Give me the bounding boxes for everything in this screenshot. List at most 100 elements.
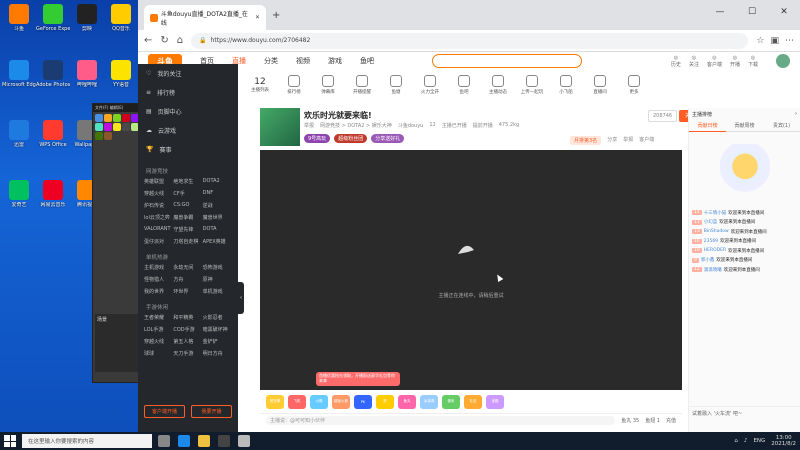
sidebar-item-0[interactable]: ♡ 我的关注	[138, 64, 238, 83]
bottom-input[interactable]: 主播说：@可可知小伙伴	[266, 415, 616, 425]
obs-source-icon[interactable]	[95, 123, 103, 131]
taskbar-explorer-icon[interactable]	[198, 435, 210, 447]
start-broadcast-button[interactable]: 我要开播	[191, 405, 232, 418]
gift-item[interactable]: 赞	[376, 394, 394, 409]
nav-video[interactable]: 视频	[296, 56, 310, 66]
close-window-button[interactable]: ✕	[768, 0, 800, 24]
favorites-icon[interactable]: ☆	[756, 36, 764, 46]
game-category-link[interactable]: APEX英雄	[203, 238, 232, 245]
client-broadcast-button[interactable]: 客户端开播	[144, 405, 185, 418]
obs-source-icon[interactable]	[104, 114, 112, 122]
gift-item[interactable]: 宝箱	[486, 394, 504, 409]
chat-username[interactable]: 小幻蓝	[704, 219, 718, 225]
url-input[interactable]: 🔒 https://www.douyu.com/2706482	[191, 32, 749, 49]
category-item[interactable]: 鱼吧	[452, 75, 476, 95]
anchor-count[interactable]: 12 主播列表	[248, 77, 272, 93]
category-item[interactable]: 开播提醒	[350, 75, 374, 95]
desktop-icon[interactable]: YY语音	[104, 60, 138, 88]
game-category-link[interactable]: 魔兽争霸	[173, 214, 202, 221]
promo-popup[interactable]: 首播优惠抢先领取，开播即送豪华礼包等你来拿	[316, 372, 400, 386]
nav-category[interactable]: 分类	[264, 56, 278, 66]
game-category-link[interactable]: 我的世界	[144, 288, 173, 295]
game-category-link[interactable]: 明日方舟	[203, 350, 232, 357]
game-category-link[interactable]: 天刀手游	[173, 350, 202, 357]
game-category-link[interactable]: 英雄联盟	[144, 178, 173, 185]
game-category-link[interactable]: DOTA	[203, 226, 232, 233]
game-category-link[interactable]: DNF	[203, 190, 232, 197]
input-language[interactable]: ENG	[753, 438, 765, 444]
obs-menu[interactable]: 文件(F) 编辑(E)	[93, 104, 143, 112]
maximize-button[interactable]: ☐	[736, 0, 768, 24]
category-item[interactable]: 火力全开	[418, 75, 442, 95]
game-category-link[interactable]: CS:GO	[173, 202, 202, 209]
back-icon[interactable]: ←	[144, 35, 152, 46]
sidebar-collapse-icon[interactable]: ‹	[238, 282, 244, 314]
game-category-link[interactable]: 暗黑破坏神	[203, 326, 232, 333]
game-category-link[interactable]: 逆战	[203, 202, 232, 209]
chat-message[interactable]: 16 23569 欢迎来到本直播间	[689, 237, 800, 247]
sidebar-item-2[interactable]: ▤ 页脚中心	[138, 102, 238, 121]
new-tab-icon[interactable]: +	[272, 10, 280, 21]
taskbar-search-input[interactable]: 在这里输入你要搜索的内容	[22, 434, 152, 448]
desktop-icon[interactable]: 迅雷	[2, 120, 36, 148]
gift-item[interactable]: PK	[354, 394, 372, 409]
desktop-icon[interactable]: Microsoft Edge	[2, 60, 36, 88]
header-icon-4[interactable]: ◎ 下载	[748, 55, 758, 68]
obs-source-icon[interactable]	[122, 123, 130, 131]
taskbar-app4-icon[interactable]	[238, 435, 250, 447]
tab-vip[interactable]: 贵宾(1)	[763, 120, 800, 132]
chat-message[interactable]: 9 郭小鑫 欢迎来到本直播间	[689, 256, 800, 266]
game-category-link[interactable]: 第五人格	[173, 338, 202, 345]
gift-item[interactable]: 飞机	[288, 394, 306, 409]
category-item[interactable]: 更多	[622, 75, 646, 95]
client-button[interactable]: 客户端	[639, 136, 654, 145]
sidebar-item-3[interactable]: ☁ 云游戏	[138, 121, 238, 140]
game-category-link[interactable]: COD手游	[173, 326, 202, 333]
category-item[interactable]: 小飞船	[554, 75, 578, 95]
game-category-link[interactable]: 守望先锋	[173, 226, 202, 233]
gift-item[interactable]: 鱼丸	[398, 394, 416, 409]
taskbar-task-view-icon[interactable]	[158, 435, 170, 447]
category-item[interactable]: 排行榜	[282, 75, 306, 95]
obs-source-icon[interactable]	[95, 114, 103, 122]
game-category-link[interactable]: 王者荣耀	[144, 314, 173, 321]
game-category-link[interactable]: 永劫无间	[173, 264, 202, 271]
game-category-link[interactable]: 主机游戏	[144, 264, 173, 271]
desktop-icon[interactable]: 剪映	[70, 4, 104, 32]
close-tab-icon[interactable]: ✕	[255, 14, 260, 21]
gift-item[interactable]: 火箭	[310, 394, 328, 409]
game-category-link[interactable]: 环世界	[173, 288, 202, 295]
header-icon-2[interactable]: ◎ 客户端	[707, 55, 722, 68]
stream-tag[interactable]: 9号高玩	[304, 134, 331, 143]
game-category-link[interactable]: 金铲铲	[203, 338, 232, 345]
obs-source-icon[interactable]	[104, 132, 112, 140]
obs-source-icon[interactable]	[95, 132, 103, 140]
reload-icon[interactable]: ↻	[160, 35, 168, 46]
windows-start-icon[interactable]	[4, 435, 16, 447]
share-button[interactable]: 分享	[607, 136, 617, 145]
tab-daily[interactable]: 贡献日榜	[689, 120, 726, 132]
game-category-link[interactable]: lol云顶之弈	[144, 214, 173, 221]
chat-message[interactable]: 13 BinShadow 欢迎来到本直播间	[689, 227, 800, 237]
game-category-link[interactable]: 单机游戏	[203, 288, 232, 295]
chat-username[interactable]: 郭小鑫	[701, 257, 715, 263]
recharge-button[interactable]: 充值	[666, 417, 676, 424]
obs-source-icon[interactable]	[122, 114, 130, 122]
chat-username[interactable]: 十三情小猫	[704, 210, 727, 216]
chat-input[interactable]: 试着融入 '火车流' 吧~	[689, 406, 800, 432]
chat-message[interactable]: 10 HERODER 欢迎来到本直播间	[689, 246, 800, 256]
obs-source-icon[interactable]	[113, 114, 121, 122]
category-item[interactable]: 直播间	[588, 75, 612, 95]
game-category-link[interactable]: CF手	[173, 190, 202, 197]
sidebar-item-4[interactable]: 🏆 赛事	[138, 140, 238, 159]
game-category-link[interactable]: 方舟	[173, 276, 202, 283]
site-search-input[interactable]	[432, 54, 582, 68]
active-tab[interactable]: 斗鱼douyu直播_DOTA2直播_在线 ✕	[144, 5, 266, 30]
stream-tag[interactable]: 超级粉丝团	[334, 134, 368, 143]
minimize-button[interactable]: —	[704, 0, 736, 24]
game-category-link[interactable]: 炉石传说	[144, 202, 173, 209]
stream-meta-item[interactable]: 举报	[304, 122, 314, 129]
chat-username[interactable]: BinShadow	[704, 229, 729, 234]
chat-message[interactable]: 11 小幻蓝 欢迎来到本直播间	[689, 218, 800, 228]
tab-weekly[interactable]: 贡献周榜	[726, 120, 763, 132]
